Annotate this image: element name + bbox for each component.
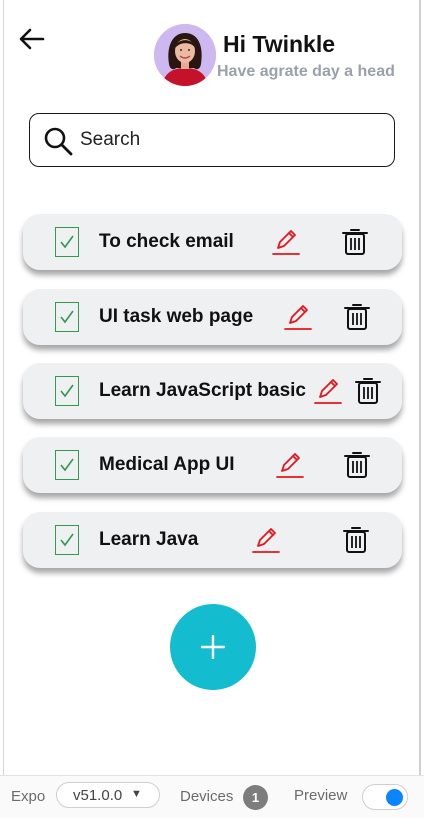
task-label: To check email [99,231,234,252]
chevron-down-icon: ▼ [131,788,142,800]
pencil-icon[interactable] [271,227,301,257]
toggle-knob [386,789,403,806]
avatar[interactable] [154,24,216,86]
plus-icon [201,635,225,659]
pencil-icon[interactable] [283,302,313,332]
task-item[interactable]: To check email [23,214,402,270]
search-icon [42,125,74,157]
pencil-icon[interactable] [251,525,281,555]
expo-bottom-bar: Expo v51.0.0 ▼ Devices 1 Preview [0,775,424,818]
devices-count-badge: 1 [243,785,268,810]
sdk-version-value: v51.0.0 [73,787,123,804]
add-task-button[interactable] [170,604,256,690]
task-item[interactable]: Learn Java [23,512,402,568]
checkbox-checked-icon[interactable] [55,450,79,480]
trash-icon[interactable] [343,450,371,480]
frame-right-border [419,0,421,775]
frame-left-border [3,0,4,775]
pencil-icon[interactable] [275,450,305,480]
task-item[interactable]: UI task web page [23,289,402,345]
search-input[interactable] [80,127,380,153]
greeting-title: Hi Twinkle [223,31,336,57]
task-item[interactable]: Medical App UI [23,437,402,493]
trash-icon[interactable] [341,227,369,257]
trash-icon[interactable] [354,376,382,406]
greeting-subtitle: Have agrate day a head [217,63,395,80]
trash-icon[interactable] [343,302,371,332]
sdk-version-select[interactable]: v51.0.0 ▼ [56,782,160,808]
back-arrow-icon[interactable] [18,27,46,51]
trash-icon[interactable] [342,525,370,555]
checkbox-checked-icon[interactable] [55,376,79,406]
task-label: UI task web page [99,306,254,327]
checkbox-checked-icon[interactable] [55,525,79,555]
devices-label: Devices [180,788,234,805]
search-bar[interactable] [29,113,395,167]
checkbox-checked-icon[interactable] [55,302,79,332]
task-label: Medical App UI [99,454,235,475]
expo-label: Expo [11,788,46,805]
task-label: Learn Java [99,529,199,550]
preview-label: Preview [294,787,348,804]
preview-toggle[interactable] [362,784,408,810]
checkbox-checked-icon[interactable] [55,227,79,257]
task-item[interactable]: Learn JavaScript basic [23,363,402,419]
pencil-icon[interactable] [313,376,343,406]
task-label: Learn JavaScript basic [99,380,306,401]
